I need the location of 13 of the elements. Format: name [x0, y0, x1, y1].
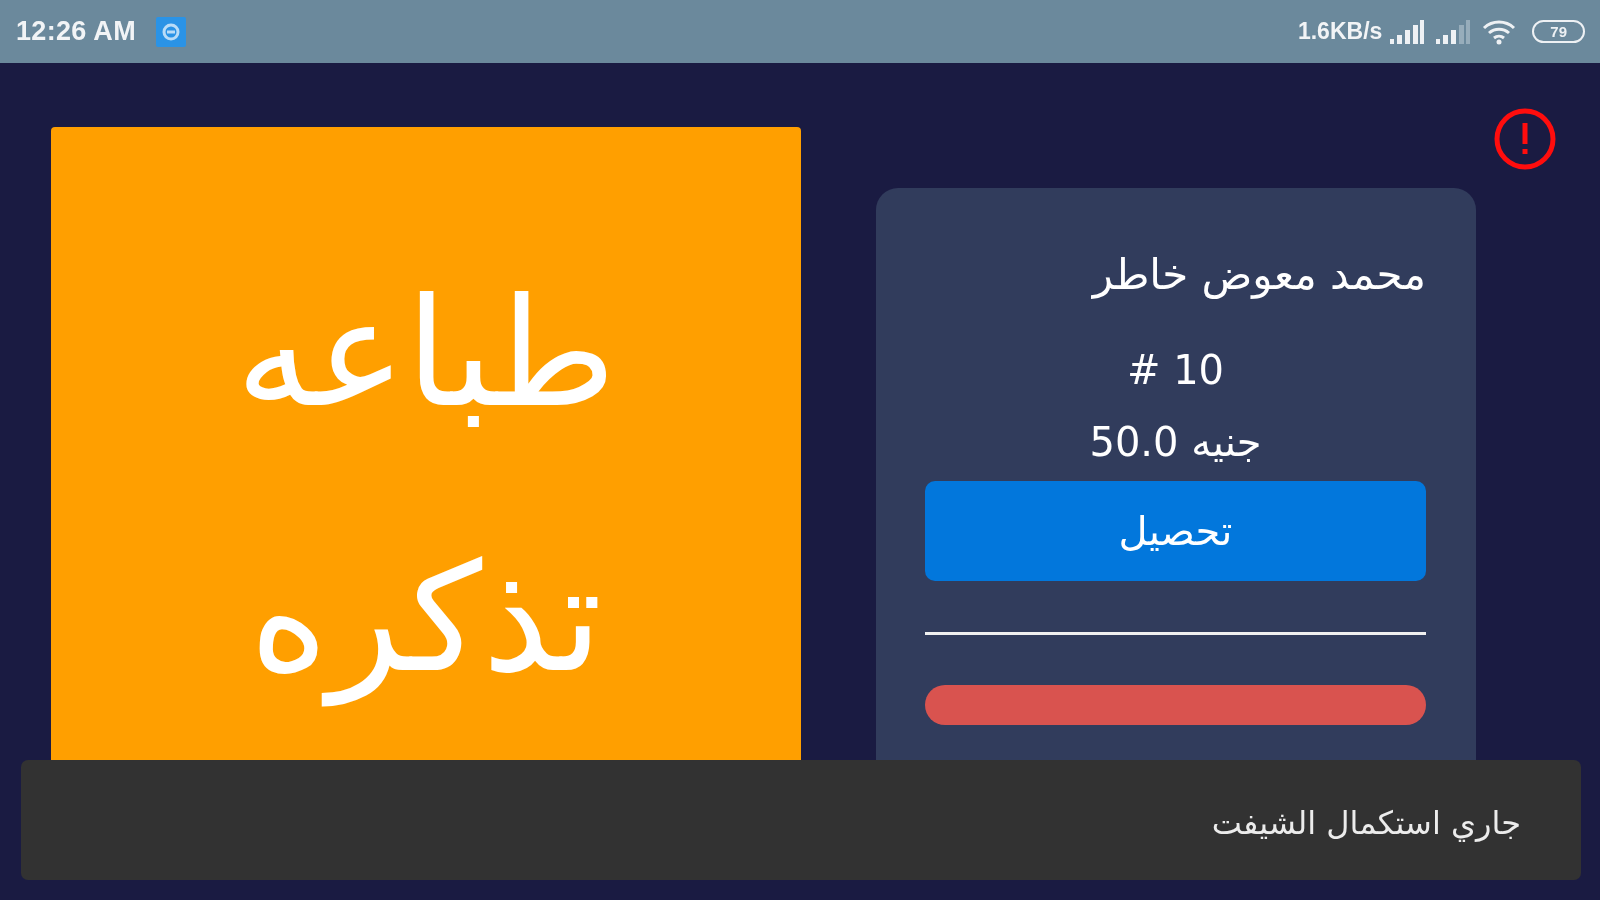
- shift-number: # 10: [1126, 346, 1225, 395]
- amount-text: 50.0 جنيه: [1089, 418, 1262, 467]
- app-icon: [155, 16, 186, 47]
- clock-time: 12:26 AM: [16, 16, 136, 47]
- signal-icon: [1436, 19, 1471, 44]
- network-speed: 1.6KB/s: [1297, 18, 1383, 45]
- error-icon[interactable]: [1494, 108, 1556, 170]
- battery-indicator: 79: [1532, 20, 1585, 43]
- snackbar-message: جاري استكمال الشيفت: [1211, 803, 1521, 844]
- wifi-icon: [1482, 18, 1517, 45]
- collect-button[interactable]: تحصيل: [925, 481, 1426, 581]
- signal-icon: [1390, 19, 1425, 44]
- cashier-name: محمد معوض خاطر: [1092, 249, 1426, 301]
